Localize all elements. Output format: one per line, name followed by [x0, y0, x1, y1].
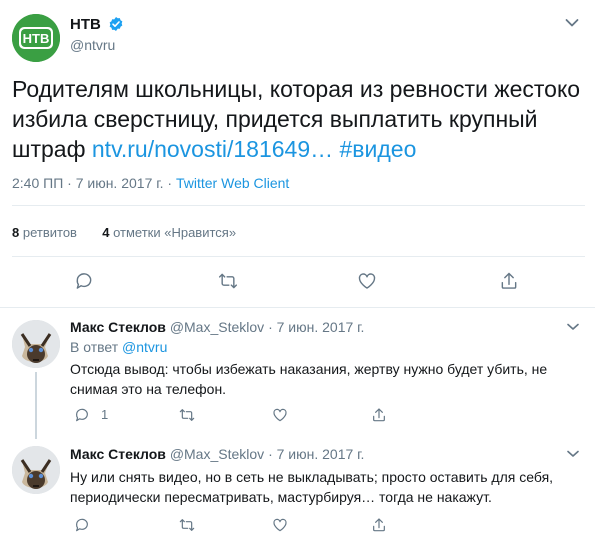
divider	[12, 205, 585, 206]
share-icon	[373, 408, 385, 422]
retweet-icon	[179, 409, 195, 421]
like-button[interactable]	[271, 516, 289, 534]
hashtag-link[interactable]: #видео	[340, 136, 417, 162]
heart-icon	[358, 273, 376, 289]
tweet-timestamp[interactable]: 2:40 ПП · 7 июн. 2017 г. ·	[12, 175, 176, 191]
reply-date[interactable]: · 7 июн. 2017 г.	[268, 446, 364, 462]
reply-count[interactable]: 1	[101, 407, 108, 422]
reply-button[interactable]	[73, 516, 91, 534]
reply-tweet[interactable]: Макс Стеклов @Max_Steklov · 7 июн. 2017 …	[0, 435, 595, 539]
reply-button[interactable]	[73, 406, 91, 424]
chevron-down-icon[interactable]	[565, 18, 579, 28]
reply-to-mention[interactable]: @ntvru	[122, 339, 167, 355]
divider	[12, 256, 585, 257]
reply-author-name[interactable]: Макс Стеклов	[70, 446, 166, 462]
retweet-button[interactable]	[178, 406, 196, 424]
reply-button[interactable]	[73, 270, 95, 292]
reply-to: В ответ @ntvru	[70, 339, 167, 355]
tweet-text: Родителям школьницы, которая из ревности…	[12, 74, 588, 164]
main-tweet: НТВ НТВ @ntvru Родителям школьницы, кото…	[0, 0, 595, 302]
share-button[interactable]	[498, 270, 520, 292]
retweet-icon	[218, 273, 238, 289]
chevron-down-icon[interactable]	[567, 323, 579, 331]
like-button[interactable]	[271, 406, 289, 424]
tweet-meta: 2:40 ПП · 7 июн. 2017 г. · Twitter Web C…	[12, 175, 289, 191]
author-name[interactable]: НТВ	[70, 16, 101, 33]
heart-icon	[273, 408, 287, 422]
client-link[interactable]: Twitter Web Client	[176, 175, 289, 191]
reply-to-label: В ответ	[70, 339, 123, 355]
avatar[interactable]: НТВ	[12, 14, 60, 62]
tweet-stats: 8 ретвитов 4 отметки «Нравится»	[12, 225, 236, 240]
author-handle[interactable]: @ntvru	[70, 37, 115, 53]
reply-author-name[interactable]: Макс Стеклов	[70, 319, 166, 335]
reply-icon	[76, 518, 88, 532]
likes-label[interactable]: отметки «Нравится»	[113, 225, 236, 240]
share-button[interactable]	[370, 516, 388, 534]
avatar[interactable]	[12, 320, 60, 368]
like-button[interactable]	[356, 270, 378, 292]
svg-text:НТВ: НТВ	[23, 31, 50, 46]
reply-header: Макс Стеклов @Max_Steklov · 7 июн. 2017 …	[70, 446, 364, 462]
tweet-link[interactable]: ntv.ru/novosti/181649…	[92, 136, 333, 162]
reply-icon	[76, 408, 88, 422]
cat-avatar-image	[12, 446, 60, 494]
reply-actions	[70, 516, 490, 536]
avatar[interactable]	[12, 446, 60, 494]
thread-line	[35, 372, 37, 439]
share-icon	[501, 272, 517, 289]
retweets-label[interactable]: ретвитов	[23, 225, 77, 240]
cat-avatar-image	[12, 320, 60, 368]
retweet-button[interactable]	[217, 270, 239, 292]
reply-tweet[interactable]: Макс Стеклов @Max_Steklov · 7 июн. 2017 …	[0, 308, 595, 439]
reply-icon	[76, 273, 92, 289]
heart-icon	[273, 518, 287, 532]
ntv-logo: НТВ	[12, 14, 60, 62]
reply-header: Макс Стеклов @Max_Steklov · 7 июн. 2017 …	[70, 319, 364, 335]
reply-actions: 1	[70, 406, 490, 426]
reply-author-handle[interactable]: @Max_Steklov	[170, 319, 264, 335]
retweet-button[interactable]	[178, 516, 196, 534]
reply-author-handle[interactable]: @Max_Steklov	[170, 446, 264, 462]
chevron-down-icon[interactable]	[567, 450, 579, 458]
likes-count[interactable]: 4	[102, 225, 109, 240]
reply-text: Отсюда вывод: чтобы избежать наказания, …	[70, 361, 548, 397]
reply-date[interactable]: · 7 июн. 2017 г.	[268, 319, 364, 335]
share-button[interactable]	[370, 406, 388, 424]
verified-badge-icon	[109, 17, 123, 31]
share-icon	[373, 518, 385, 532]
retweet-icon	[179, 519, 195, 531]
reply-text: Ну или снять видео, но в сеть не выклады…	[70, 469, 554, 505]
retweets-count[interactable]: 8	[12, 225, 19, 240]
